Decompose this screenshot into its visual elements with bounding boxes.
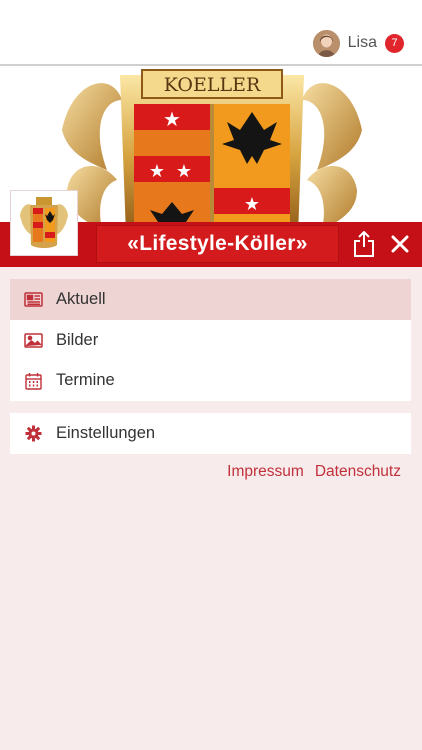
menu-item-termine[interactable]: Termine bbox=[10, 360, 411, 401]
app-title-box: «Lifestyle-Köller» bbox=[96, 225, 339, 263]
svg-text:★: ★ bbox=[244, 194, 260, 214]
menu-item-einstellungen[interactable]: Einstellungen bbox=[10, 413, 411, 454]
user-profile[interactable]: Lisa 7 bbox=[312, 29, 404, 57]
image-icon bbox=[24, 331, 43, 350]
user-name[interactable]: Lisa bbox=[348, 34, 377, 52]
avatar[interactable] bbox=[312, 29, 340, 57]
coat-of-arms-image: KOELLER ★ ★ ★ ★ bbox=[62, 69, 362, 226]
svg-text:KOELLER: KOELLER bbox=[164, 74, 261, 96]
calendar-icon bbox=[24, 371, 43, 390]
gear-icon bbox=[24, 424, 43, 443]
datenschutz-link[interactable]: Datenschutz bbox=[315, 463, 401, 481]
app-logo[interactable] bbox=[10, 190, 78, 256]
menu-label-termine: Termine bbox=[56, 371, 115, 390]
menu-label-bilder: Bilder bbox=[56, 330, 99, 349]
close-icon bbox=[391, 235, 409, 253]
main-menu: Aktuell Bilder Termine bbox=[10, 279, 411, 402]
svg-text:★: ★ bbox=[176, 161, 192, 181]
svg-text:★: ★ bbox=[163, 109, 181, 131]
menu-label-einstellungen: Einstellungen bbox=[56, 423, 156, 442]
top-bar: Lisa 7 bbox=[0, 0, 422, 66]
app-title: «Lifestyle-Köller» bbox=[127, 232, 308, 255]
footer-links: Impressum Datenschutz bbox=[227, 463, 401, 481]
menu-item-bilder[interactable]: Bilder bbox=[10, 320, 411, 361]
close-button[interactable] bbox=[385, 228, 415, 260]
menu-item-aktuell[interactable]: Aktuell bbox=[10, 279, 411, 320]
newspaper-icon bbox=[24, 290, 43, 309]
settings-menu: Einstellungen bbox=[10, 413, 411, 454]
share-button[interactable] bbox=[348, 228, 380, 260]
svg-text:★: ★ bbox=[149, 161, 165, 181]
impressum-link[interactable]: Impressum bbox=[227, 463, 304, 481]
menu-label-aktuell: Aktuell bbox=[56, 289, 106, 308]
notification-badge[interactable]: 7 bbox=[385, 33, 404, 53]
share-icon bbox=[354, 231, 374, 257]
